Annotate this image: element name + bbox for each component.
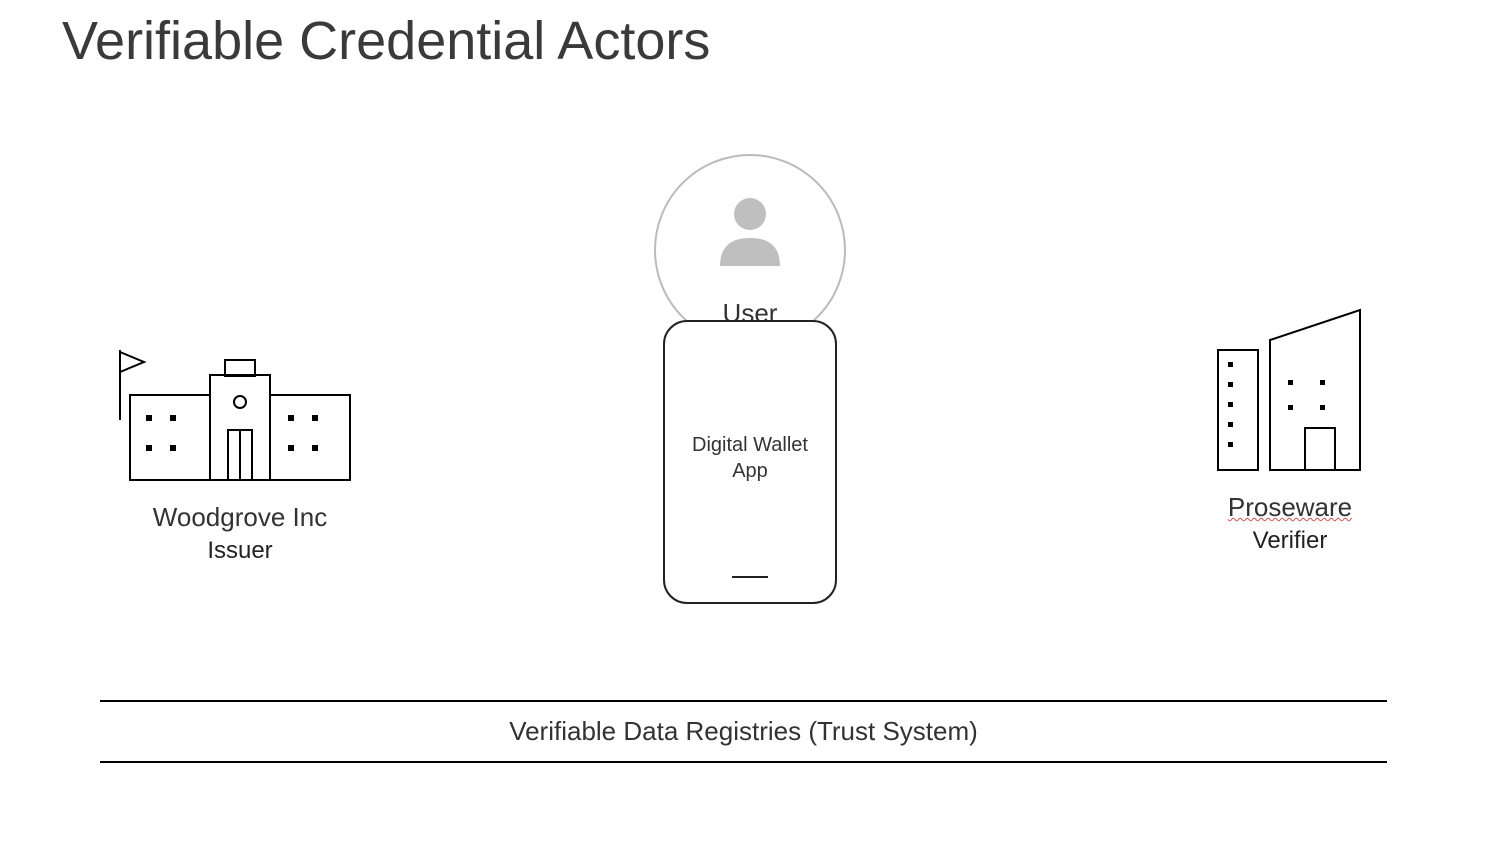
holder-actor: User (holder) Digital Wallet App: [600, 150, 900, 434]
issuer-name: Woodgrove Inc: [110, 502, 370, 533]
issuer-actor: Woodgrove Inc Issuer: [110, 330, 370, 565]
verifier-name: Proseware: [1190, 492, 1390, 523]
phone-home-indicator-icon: [732, 576, 768, 578]
trust-registry: Verifiable Data Registries (Trust System…: [100, 700, 1387, 763]
verifier-actor: Proseware Verifier: [1190, 300, 1390, 555]
slide-title: Verifiable Credential Actors: [62, 10, 710, 72]
school-building-icon: [110, 330, 370, 490]
issuer-role: Issuer: [110, 537, 370, 565]
verifier-role: Verifier: [1190, 527, 1390, 555]
office-buildings-icon: [1190, 300, 1390, 480]
registry-label: Verifiable Data Registries (Trust System…: [100, 702, 1387, 761]
divider-bottom: [100, 761, 1387, 763]
phone-icon: Digital Wallet App: [663, 320, 837, 604]
wallet-app-label: Digital Wallet App: [665, 432, 835, 484]
